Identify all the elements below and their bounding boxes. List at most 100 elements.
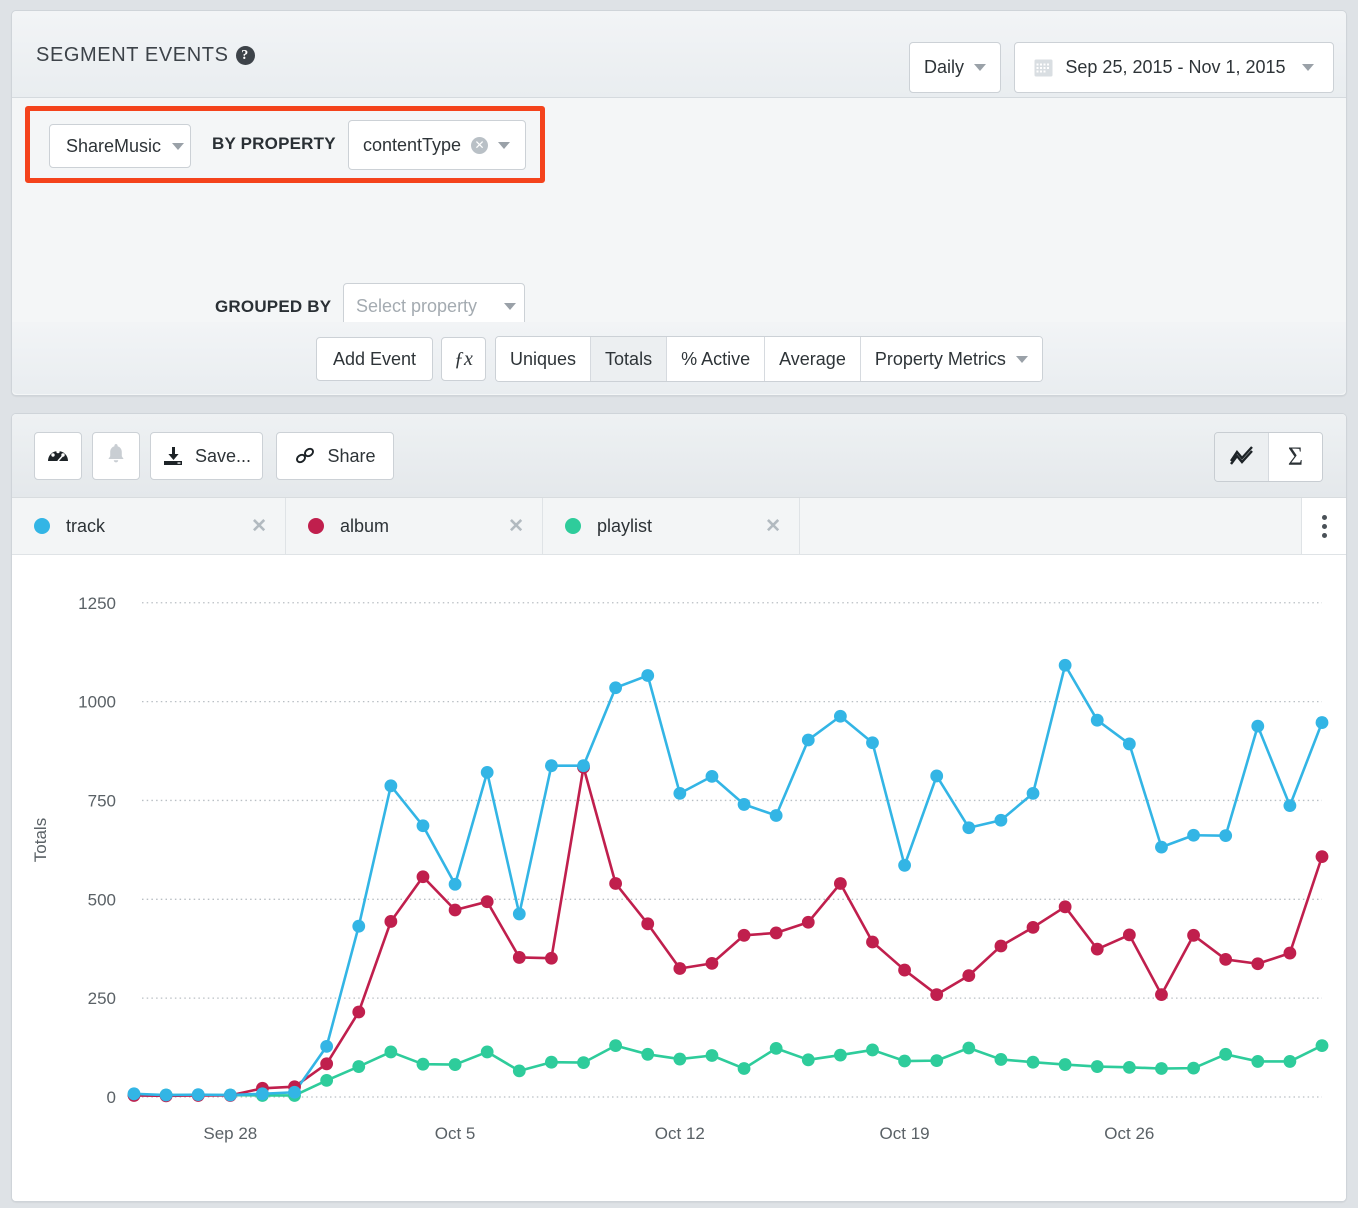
data-point-playlist[interactable]	[577, 1056, 590, 1069]
data-point-track[interactable]	[192, 1088, 205, 1101]
data-point-album[interactable]	[545, 952, 558, 965]
data-point-playlist[interactable]	[641, 1048, 654, 1061]
data-point-track[interactable]	[1187, 829, 1200, 842]
close-icon[interactable]: ✕	[508, 515, 524, 538]
data-point-playlist[interactable]	[834, 1049, 847, 1062]
data-point-playlist[interactable]	[1123, 1061, 1136, 1074]
data-point-album[interactable]	[449, 904, 462, 917]
data-point-track[interactable]	[1059, 659, 1072, 672]
sum-view-button[interactable]: Σ	[1268, 433, 1322, 481]
interval-dropdown[interactable]: Daily	[909, 42, 1001, 93]
data-point-track[interactable]	[417, 819, 430, 832]
data-point-album[interactable]	[417, 870, 430, 883]
data-point-playlist[interactable]	[352, 1060, 365, 1073]
data-point-album[interactable]	[384, 915, 397, 928]
data-point-playlist[interactable]	[1251, 1055, 1264, 1068]
data-point-album[interactable]	[834, 877, 847, 890]
data-point-playlist[interactable]	[1316, 1039, 1329, 1052]
data-point-album[interactable]	[481, 895, 494, 908]
legend-tab-album[interactable]: album✕	[286, 498, 543, 554]
formula-button[interactable]: ƒx	[441, 337, 486, 381]
data-point-playlist[interactable]	[1059, 1058, 1072, 1071]
data-point-track[interactable]	[995, 814, 1008, 827]
data-point-playlist[interactable]	[513, 1065, 526, 1078]
more-vertical-icon[interactable]	[1302, 498, 1346, 554]
data-point-track[interactable]	[898, 859, 911, 872]
clear-property-icon[interactable]: ✕	[471, 137, 488, 154]
data-point-track[interactable]	[673, 787, 686, 800]
data-point-track[interactable]	[706, 770, 719, 783]
data-point-track[interactable]	[384, 779, 397, 792]
data-point-playlist[interactable]	[320, 1074, 333, 1087]
data-point-track[interactable]	[641, 669, 654, 682]
data-point-album[interactable]	[1123, 928, 1136, 941]
alert-button[interactable]	[92, 432, 140, 480]
data-point-track[interactable]	[256, 1087, 269, 1100]
data-point-album[interactable]	[352, 1006, 365, 1019]
data-point-playlist[interactable]	[1219, 1048, 1232, 1061]
data-point-track[interactable]	[513, 908, 526, 921]
data-point-album[interactable]	[995, 940, 1008, 953]
data-point-track[interactable]	[320, 1040, 333, 1053]
data-point-track[interactable]	[449, 878, 462, 891]
data-point-playlist[interactable]	[384, 1046, 397, 1059]
property-dropdown[interactable]: contentType ✕	[348, 120, 526, 170]
data-point-playlist[interactable]	[866, 1044, 879, 1057]
data-point-playlist[interactable]	[1187, 1062, 1200, 1075]
add-event-button[interactable]: Add Event	[316, 337, 433, 381]
data-point-track[interactable]	[160, 1089, 173, 1102]
data-point-playlist[interactable]	[673, 1053, 686, 1066]
data-point-track[interactable]	[1123, 738, 1136, 751]
data-point-playlist[interactable]	[1027, 1056, 1040, 1069]
data-point-playlist[interactable]	[609, 1039, 622, 1052]
date-range-dropdown[interactable]: Sep 25, 2015 - Nov 1, 2015	[1014, 42, 1334, 93]
data-point-playlist[interactable]	[962, 1042, 975, 1055]
data-point-album[interactable]	[609, 877, 622, 890]
data-point-track[interactable]	[352, 920, 365, 933]
data-point-album[interactable]	[513, 951, 526, 964]
data-point-playlist[interactable]	[417, 1058, 430, 1071]
data-point-playlist[interactable]	[545, 1056, 558, 1069]
data-point-album[interactable]	[1027, 921, 1040, 934]
data-point-album[interactable]	[866, 936, 879, 949]
share-button[interactable]: Share	[276, 432, 394, 480]
data-point-track[interactable]	[1316, 716, 1329, 729]
data-point-album[interactable]	[738, 929, 751, 942]
data-point-album[interactable]	[641, 917, 654, 930]
data-point-track[interactable]	[770, 809, 783, 822]
data-point-album[interactable]	[898, 964, 911, 977]
data-point-track[interactable]	[481, 766, 494, 779]
data-point-album[interactable]	[1219, 953, 1232, 966]
data-point-playlist[interactable]	[738, 1062, 751, 1075]
data-point-playlist[interactable]	[802, 1053, 815, 1066]
line-chart-view-button[interactable]	[1215, 433, 1268, 481]
data-point-track[interactable]	[1251, 720, 1264, 733]
data-point-track[interactable]	[738, 798, 751, 811]
data-point-album[interactable]	[1283, 947, 1296, 960]
save-button[interactable]: Save...	[150, 432, 263, 480]
data-point-album[interactable]	[962, 969, 975, 982]
data-point-track[interactable]	[930, 770, 943, 783]
data-point-album[interactable]	[1059, 900, 1072, 913]
data-point-album[interactable]	[1316, 850, 1329, 863]
data-point-playlist[interactable]	[449, 1058, 462, 1071]
data-point-track[interactable]	[1219, 829, 1232, 842]
close-icon[interactable]: ✕	[251, 515, 267, 538]
data-point-playlist[interactable]	[1283, 1055, 1296, 1068]
data-point-track[interactable]	[577, 759, 590, 772]
question-circle-icon[interactable]: ?	[236, 46, 255, 65]
metric-option-totals[interactable]: Totals	[591, 337, 667, 381]
event-dropdown[interactable]: ShareMusic	[49, 124, 191, 168]
data-point-album[interactable]	[706, 957, 719, 970]
data-point-track[interactable]	[609, 681, 622, 694]
data-point-track[interactable]	[1155, 841, 1168, 854]
metric-option-uniques[interactable]: Uniques	[496, 337, 591, 381]
data-point-playlist[interactable]	[706, 1049, 719, 1062]
data-point-album[interactable]	[673, 962, 686, 975]
data-point-track[interactable]	[288, 1086, 301, 1099]
legend-tab-playlist[interactable]: playlist✕	[543, 498, 800, 554]
data-point-album[interactable]	[1091, 943, 1104, 956]
metric-option-active[interactable]: % Active	[667, 337, 765, 381]
data-point-track[interactable]	[802, 734, 815, 747]
data-point-track[interactable]	[1283, 799, 1296, 812]
